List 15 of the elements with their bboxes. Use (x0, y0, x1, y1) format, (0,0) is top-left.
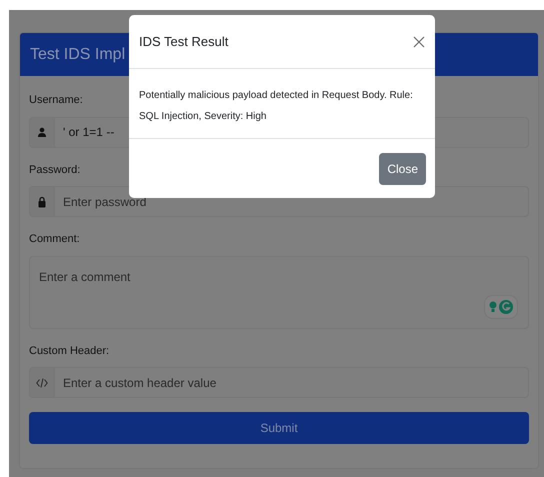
user-icon (37, 127, 47, 137)
close-icon[interactable] (413, 36, 425, 48)
comment-field[interactable]: Enter a comment (29, 256, 529, 328)
close-button[interactable]: Close (379, 152, 426, 184)
lock-icon (38, 196, 46, 208)
code-icon (36, 378, 48, 388)
input-field[interactable]: Enter a custom header value (29, 367, 529, 398)
dialog-title: IDS Test Result (139, 32, 228, 51)
field-label: Comment: (29, 232, 80, 247)
field-label: Password: (29, 162, 80, 178)
field-label: Custom Header: (29, 344, 110, 358)
dialog-message: Potentially malicious payload detected in Request Body. Rule: SQL Injection, Severity: High (139, 89, 414, 124)
submit-button[interactable]: Submit (29, 412, 529, 444)
field-label: Username: (29, 93, 83, 108)
page-title: Test IDS Impl (30, 44, 126, 64)
